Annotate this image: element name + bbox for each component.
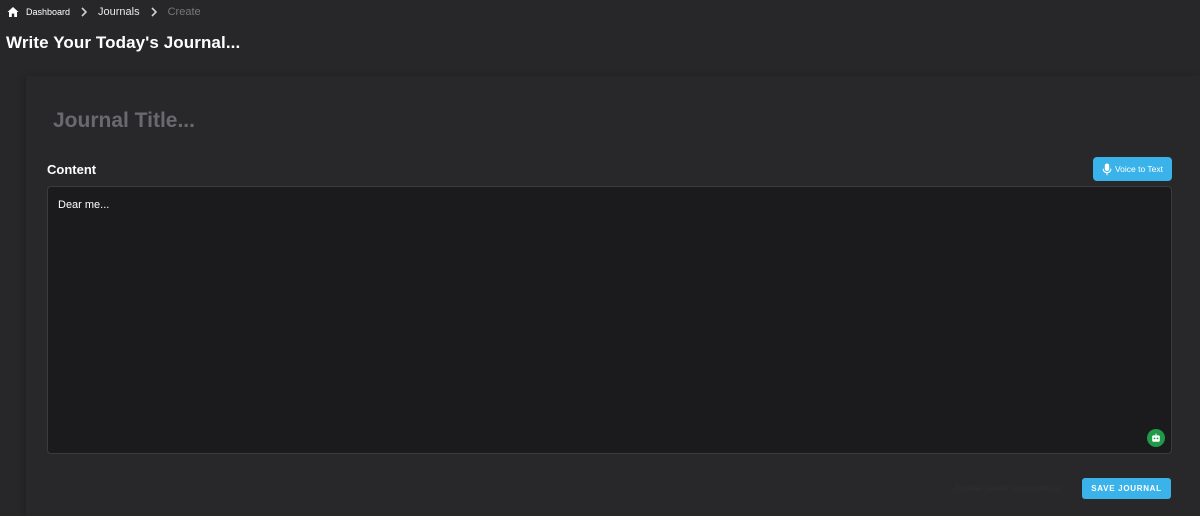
ai-assistant-button[interactable] xyxy=(1147,429,1165,447)
breadcrumb-journals[interactable]: Journals xyxy=(98,6,140,18)
journal-content-textarea[interactable] xyxy=(47,186,1172,454)
breadcrumb-create: Create xyxy=(167,6,201,18)
journal-title-input[interactable] xyxy=(53,104,653,138)
save-status-message: Journal saved successfully! xyxy=(953,483,1063,493)
chevron-right-icon xyxy=(81,7,88,17)
chevron-right-icon xyxy=(151,7,157,17)
home-icon[interactable] xyxy=(7,6,19,18)
content-label: Content xyxy=(47,162,97,177)
breadcrumb-dashboard[interactable]: Dashboard xyxy=(26,7,70,17)
robot-icon xyxy=(1152,433,1160,442)
page-title: Write Your Today's Journal... xyxy=(6,33,241,52)
voice-to-text-button[interactable]: Voice to Text xyxy=(1093,157,1172,181)
save-journal-button[interactable]: SAVE JOURNAL xyxy=(1082,478,1171,499)
breadcrumb: Dashboard Journals Create xyxy=(7,5,201,19)
microphone-icon xyxy=(1102,163,1112,175)
voice-to-text-label: Voice to Text xyxy=(1114,164,1164,174)
